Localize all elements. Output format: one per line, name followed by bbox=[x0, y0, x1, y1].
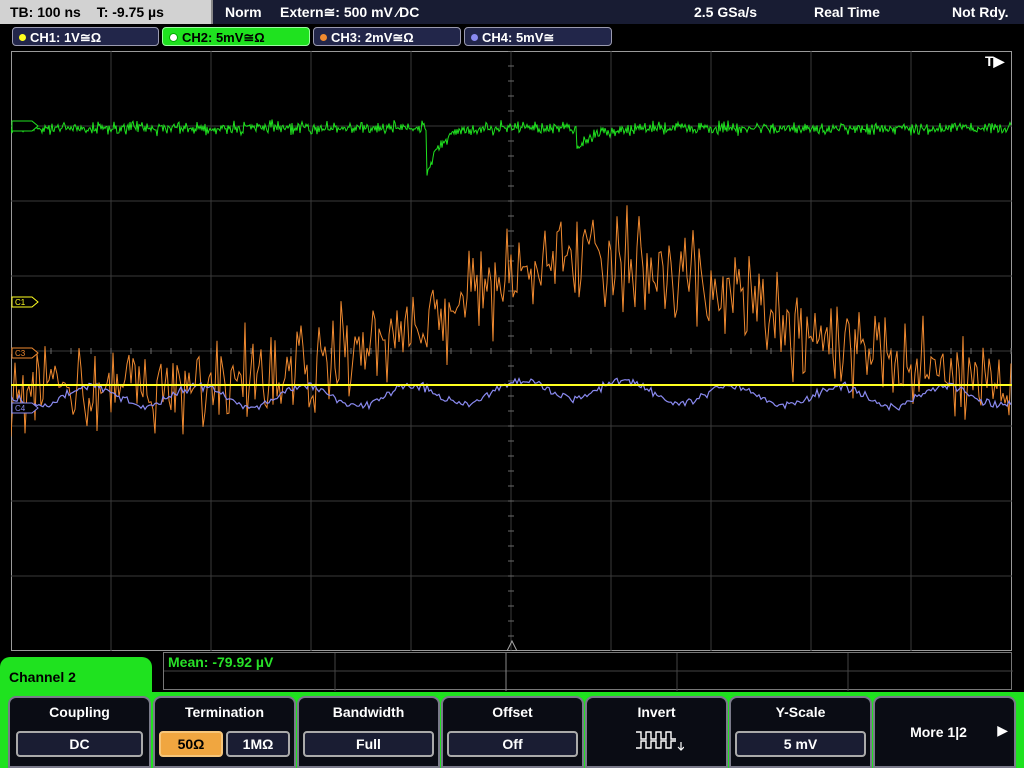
trigger-time: T: -9.75 µs bbox=[96, 4, 164, 20]
bandwidth-softkey[interactable]: Bandwidth Full bbox=[297, 696, 440, 768]
waveform-display[interactable]: C1 C3 C4 T▶ bbox=[11, 51, 1012, 651]
yscale-softkey[interactable]: Y-Scale 5 mV bbox=[729, 696, 872, 768]
termination-softkey[interactable]: Termination 50Ω 1MΩ bbox=[153, 696, 296, 768]
channel-2-dot-icon bbox=[169, 33, 178, 43]
channel-menu-title: Channel 2 bbox=[9, 669, 76, 685]
channel-1-tab[interactable]: CH1: 1V≅Ω bbox=[12, 27, 159, 46]
channel-3-label: CH3: 2mV≅Ω bbox=[331, 30, 414, 45]
offset-softkey[interactable]: Offset Off bbox=[441, 696, 584, 768]
channel-2-tab[interactable]: CH2: 5mV≅Ω bbox=[162, 27, 310, 46]
bandwidth-value[interactable]: Full bbox=[303, 731, 434, 757]
channel-3-dot-icon bbox=[320, 34, 327, 42]
trigger-source[interactable]: Extern≅: 500 mV ∕DC bbox=[280, 0, 419, 24]
invert-waveform-icon bbox=[636, 731, 684, 751]
channel-4-marker[interactable]: C4 bbox=[11, 402, 39, 414]
coupling-value[interactable]: DC bbox=[16, 731, 143, 757]
more-softkey[interactable]: More 1|2 ▶ bbox=[873, 696, 1016, 768]
channel-4-label: CH4: 5mV≅ bbox=[482, 30, 555, 45]
offset-value[interactable]: Off bbox=[447, 731, 578, 757]
channel-1-dot-icon bbox=[19, 34, 26, 42]
invert-title: Invert bbox=[637, 704, 676, 720]
invert-softkey[interactable]: Invert bbox=[585, 696, 728, 768]
measurement-grid bbox=[164, 653, 1013, 691]
trigger-mode[interactable]: Norm bbox=[225, 0, 262, 24]
channel-3-tab[interactable]: CH3: 2mV≅Ω bbox=[313, 27, 461, 46]
termination-title: Termination bbox=[184, 704, 265, 720]
timebase-value: TB: 100 ns bbox=[10, 4, 81, 20]
channel-2-marker[interactable] bbox=[11, 120, 39, 132]
svg-text:C3: C3 bbox=[15, 349, 26, 358]
channel-tabs: CH1: 1V≅Ω CH2: 5mV≅Ω CH3: 2mV≅Ω CH4: 5mV… bbox=[0, 24, 1024, 50]
offset-title: Offset bbox=[492, 704, 533, 720]
termination-1mohm-option[interactable]: 1MΩ bbox=[226, 731, 290, 757]
coupling-title: Coupling bbox=[49, 704, 110, 720]
acquisition-mode[interactable]: Real Time bbox=[814, 0, 880, 24]
yscale-value[interactable]: 5 mV bbox=[735, 731, 866, 757]
channel-1-marker[interactable]: C1 bbox=[11, 296, 39, 308]
next-arrow-icon: ▶ bbox=[997, 722, 1008, 738]
svg-text:C1: C1 bbox=[15, 298, 26, 307]
bandwidth-title: Bandwidth bbox=[332, 704, 405, 720]
sample-rate[interactable]: 2.5 GSa/s bbox=[694, 0, 757, 24]
trigger-position-marker[interactable]: T▶ bbox=[985, 53, 1006, 69]
channel-4-tab[interactable]: CH4: 5mV≅ bbox=[464, 27, 612, 46]
channel-1-label: CH1: 1V≅Ω bbox=[30, 30, 102, 45]
acquisition-state: Not Rdy. bbox=[952, 4, 1009, 20]
measurement-panel bbox=[163, 652, 1013, 691]
termination-50ohm-option[interactable]: 50Ω bbox=[159, 731, 223, 757]
channel-3-marker[interactable]: C3 bbox=[11, 347, 39, 359]
more-label: More 1|2 bbox=[910, 724, 967, 740]
measurement-mean[interactable]: Mean: -79.92 µV bbox=[168, 654, 273, 670]
coupling-softkey[interactable]: Coupling DC bbox=[8, 696, 151, 768]
yscale-title: Y-Scale bbox=[775, 704, 826, 720]
svg-text:C4: C4 bbox=[15, 404, 26, 413]
timebase-box[interactable]: TB: 100 ns T: -9.75 µs bbox=[0, 0, 213, 24]
channel-2-label: CH2: 5mV≅Ω bbox=[182, 30, 265, 45]
channel-4-dot-icon bbox=[471, 34, 478, 42]
